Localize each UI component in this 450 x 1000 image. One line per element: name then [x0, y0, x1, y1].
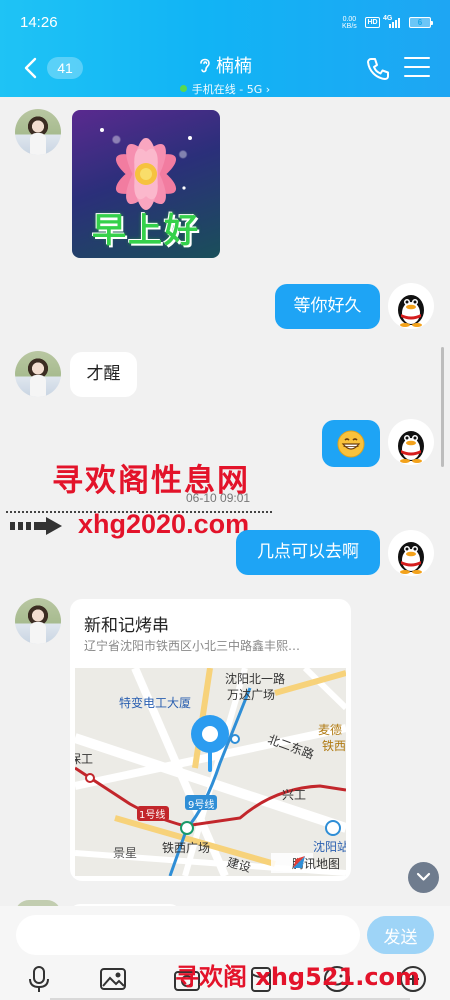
message-input[interactable]	[16, 915, 360, 955]
friend-avatar[interactable]	[15, 598, 61, 644]
map-label: 铁西广场	[162, 841, 211, 855]
contact-status-text: 手机在线 - 5G	[191, 83, 263, 96]
message-timestamp: 06-10 09:01	[186, 491, 251, 505]
map-label: 麦德	[318, 723, 343, 737]
image-icon	[100, 968, 126, 990]
message-bubble-sent[interactable]: 几点可以去啊	[236, 530, 380, 575]
photo-button[interactable]	[98, 964, 128, 994]
arrow-right-icon	[10, 517, 62, 535]
friend-avatar[interactable]	[15, 351, 61, 397]
status-time: 14:26	[20, 14, 58, 31]
chevron-right-icon: ›	[265, 83, 271, 96]
map-label: 兴工	[282, 788, 307, 802]
greeting-sticker[interactable]: 早上好	[72, 110, 220, 258]
menu-button[interactable]	[404, 57, 430, 79]
qq-penguin-icon	[398, 295, 424, 327]
menu-icon	[404, 57, 430, 77]
chat-header: 14:26 0.00 KB/s HD 4G 6 41 楠楠 手机在线 - 5G …	[0, 0, 450, 97]
message-bubble-sent-emoji[interactable]	[322, 420, 380, 467]
watermark-bottom: 寻欢阁 xhg521.com	[175, 963, 421, 991]
map-label: 沈阳站	[313, 840, 346, 854]
network-speed-value: 0.00	[342, 16, 357, 23]
ear-icon	[200, 58, 210, 73]
qq-penguin-icon	[398, 431, 424, 463]
my-avatar[interactable]	[388, 283, 434, 329]
send-button[interactable]: 发送	[367, 916, 434, 954]
map-label: 特变电工大厦	[119, 696, 192, 710]
location-map[interactable]: 沈阳北一路 万达广场 特变电工大厦 北二东路 麦德 铁西 保工 兴工 1号线 9…	[75, 668, 346, 876]
chevron-down-icon	[416, 872, 431, 881]
message-text: 等你好久	[293, 296, 362, 316]
online-dot-icon	[179, 85, 187, 92]
map-label: 万达广场	[227, 688, 276, 702]
network-speed-unit: KB/s	[342, 23, 357, 30]
map-label: 1号线	[139, 810, 166, 821]
network-speed: 0.00 KB/s	[342, 16, 357, 30]
map-label: 铁西	[322, 739, 346, 753]
location-title: 新和记烤串	[84, 616, 169, 636]
my-avatar[interactable]	[388, 530, 434, 576]
map-label: 景星	[113, 846, 138, 860]
phone-icon	[367, 58, 389, 80]
location-card[interactable]: 新和记烤串 辽宁省沈阳市铁西区小北三中路鑫丰熙… 沈阳北一路 万达广场 特变电工…	[70, 599, 351, 881]
message-text: 才醒	[86, 364, 121, 384]
scroll-to-bottom-button[interactable]	[408, 862, 439, 893]
lotus-flower-image	[100, 128, 192, 210]
qq-penguin-icon	[398, 542, 424, 574]
friend-avatar[interactable]	[15, 109, 61, 155]
contact-name: 楠楠	[216, 56, 252, 77]
message-bubble-received[interactable]: 才醒	[70, 352, 137, 397]
battery-icon: 6	[409, 17, 433, 28]
map-label: 保工	[75, 752, 94, 766]
my-avatar[interactable]	[388, 419, 434, 465]
map-label: 沈阳北一路	[225, 672, 286, 686]
grin-emoji-icon	[337, 430, 365, 457]
hd-badge: HD	[365, 17, 380, 28]
status-bar: 14:26 0.00 KB/s HD 4G 6	[0, 0, 450, 44]
message-text: 几点可以去啊	[257, 542, 359, 562]
map-label: 9号线	[188, 800, 215, 811]
tencent-map-logo-icon	[292, 856, 305, 868]
phone-button[interactable]	[364, 55, 392, 83]
signal-icon: 4G	[383, 15, 407, 29]
location-address: 辽宁省沈阳市铁西区小北三中路鑫丰熙…	[84, 639, 301, 653]
microphone-icon	[29, 966, 49, 992]
map-credit: 腾讯地图	[292, 855, 340, 872]
sticker-caption: 早上好	[92, 211, 200, 251]
contact-status: 手机在线 - 5G ›	[0, 81, 450, 97]
voice-button[interactable]	[24, 964, 54, 994]
scrollbar[interactable]	[441, 347, 444, 467]
message-bubble-sent[interactable]: 等你好久	[275, 284, 380, 329]
watermark-site-url: xhg2020.com	[78, 509, 250, 539]
